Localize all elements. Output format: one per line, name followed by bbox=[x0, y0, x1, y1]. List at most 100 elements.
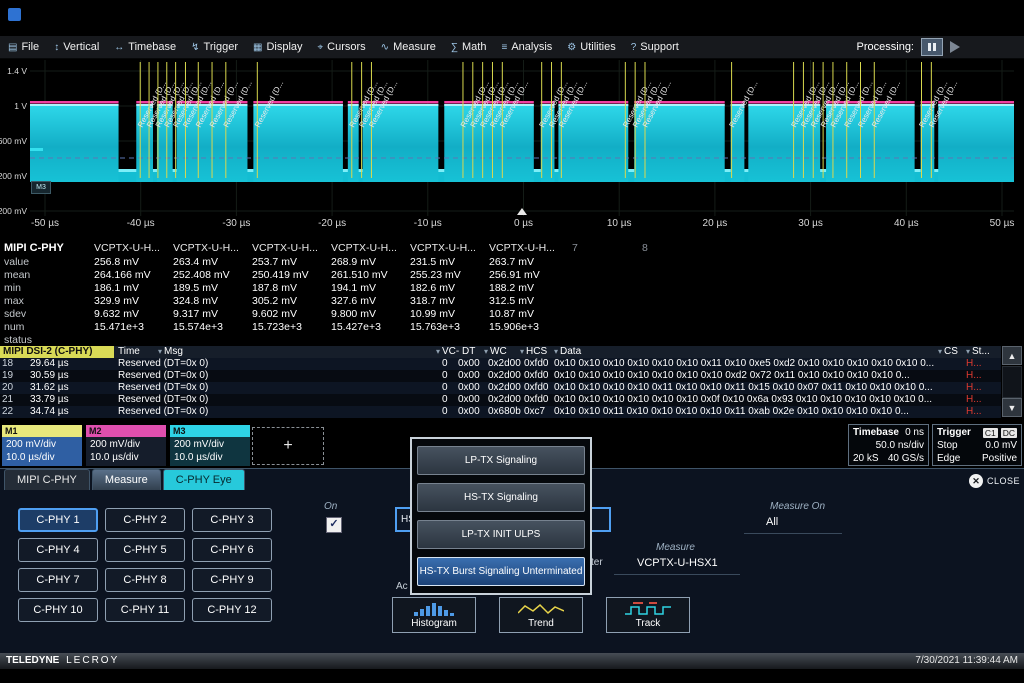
x-axis-label: 10 µs bbox=[607, 218, 632, 229]
histogram-button[interactable]: Histogram bbox=[392, 597, 476, 633]
sort-icon: ▾ bbox=[436, 347, 440, 356]
brand-teledyne: TELEDYNE bbox=[6, 655, 59, 666]
decode-cell-hcs: 0xfd0 bbox=[524, 394, 552, 406]
tab-mipi-c-phy[interactable]: MIPI C-PHY bbox=[4, 469, 90, 490]
menu-item-math[interactable]: ∑Math bbox=[451, 41, 487, 53]
cphy-button-7[interactable]: C-PHY 7 bbox=[18, 568, 98, 592]
menu-item-utilities[interactable]: ⚙Utilities bbox=[567, 41, 615, 53]
trigger-icon: ↯ bbox=[191, 42, 199, 53]
cphy-button-10[interactable]: C-PHY 10 bbox=[18, 598, 98, 622]
decode-column-header[interactable]: ▾VC- DT bbox=[436, 346, 482, 358]
menu-item-analysis[interactable]: ≡Analysis bbox=[501, 41, 552, 53]
cphy-button-5[interactable]: C-PHY 5 bbox=[105, 538, 185, 562]
timebase-icon: ↔ bbox=[114, 42, 124, 53]
channel-descriptor-m2[interactable]: M2200 mV/div10.0 µs/div bbox=[86, 425, 166, 465]
decode-cell-data: 0x10 0x10 0x10 0x10 0x11 0x10 0x10 0x11 … bbox=[554, 382, 936, 394]
measure-cell: 9.317 mV bbox=[173, 308, 218, 320]
decode-column-header[interactable]: ▾CS bbox=[938, 346, 966, 358]
tab-c-phy-eye[interactable]: C-PHY Eye bbox=[163, 469, 245, 490]
menu-item-support[interactable]: ?Support bbox=[631, 41, 679, 53]
measure-cell: 188.2 mV bbox=[489, 282, 534, 294]
measure-cell: 182.6 mV bbox=[410, 282, 455, 294]
cphy-button-3[interactable]: C-PHY 3 bbox=[192, 508, 272, 532]
measure-on-value[interactable]: All bbox=[766, 516, 778, 528]
decode-column-header[interactable]: ▾HCS bbox=[520, 346, 552, 358]
menu-item-file[interactable]: ▤File bbox=[8, 41, 39, 53]
cphy-button-4[interactable]: C-PHY 4 bbox=[18, 538, 98, 562]
measure-cell: 15.723e+3 bbox=[252, 321, 302, 333]
cphy-button-9[interactable]: C-PHY 9 bbox=[192, 568, 272, 592]
on-checkbox[interactable]: ✓ bbox=[326, 517, 342, 533]
decode-column-header[interactable]: ▾WC bbox=[484, 346, 518, 358]
play-button[interactable] bbox=[950, 41, 960, 53]
decode-cell-index: 22 bbox=[2, 406, 26, 418]
cphy-button-8[interactable]: C-PHY 8 bbox=[105, 568, 185, 592]
menu-item-label: Utilities bbox=[580, 41, 615, 53]
trend-icon bbox=[518, 602, 564, 616]
menu-item-display[interactable]: ▦Display bbox=[253, 41, 303, 53]
close-button[interactable]: ✕ CLOSE bbox=[969, 474, 1020, 488]
tab-measure[interactable]: Measure bbox=[92, 469, 161, 490]
trigger-level: 0.0 mV bbox=[985, 439, 1017, 452]
scroll-down-button[interactable]: ▼ bbox=[1002, 398, 1022, 417]
decode-cell-time: 34.74 µs bbox=[30, 406, 114, 418]
table-row[interactable]: 2031.62 µsReserved (DT=0x 0)00x000x2d000… bbox=[0, 382, 1001, 394]
decode-cell-vc: 0 bbox=[442, 394, 454, 406]
menu-item-timebase[interactable]: ↔Timebase bbox=[114, 41, 176, 53]
table-row[interactable]: 1930.59 µsReserved (DT=0x 0)00x000x2d000… bbox=[0, 370, 1001, 382]
channel-vdiv: 200 mV/div bbox=[174, 438, 250, 451]
pause-button[interactable] bbox=[921, 38, 943, 56]
measure-cell: 263.7 mV bbox=[489, 256, 534, 268]
measure-cell: 10.87 mV bbox=[489, 308, 534, 320]
track-label: Track bbox=[636, 618, 661, 629]
cphy-button-2[interactable]: C-PHY 2 bbox=[105, 508, 185, 532]
trend-label: Trend bbox=[528, 618, 554, 629]
menu-item-vertical[interactable]: ↕Vertical bbox=[54, 41, 99, 53]
measure-row-label: status bbox=[4, 334, 32, 346]
dropdown-option[interactable]: LP-TX Signaling bbox=[417, 446, 585, 475]
track-button[interactable]: Track bbox=[606, 597, 690, 633]
timebase-panel[interactable]: Timebase 0 ns 50.0 ns/div 20 kS 40 GS/s bbox=[848, 424, 929, 466]
menu-item-measure[interactable]: ∿Measure bbox=[381, 41, 436, 53]
measure-column-header: VCPTX-U-H... bbox=[252, 242, 318, 254]
cphy-button-11[interactable]: C-PHY 11 bbox=[105, 598, 185, 622]
measure-value[interactable]: VCPTX-U-HSX1 bbox=[637, 557, 718, 569]
cphy-button-12[interactable]: C-PHY 12 bbox=[192, 598, 272, 622]
decode-cell-status: H... bbox=[966, 358, 1000, 370]
cphy-button-1[interactable]: C-PHY 1 bbox=[18, 508, 98, 532]
scroll-up-button[interactable]: ▲ bbox=[1002, 346, 1022, 365]
decode-cell-hcs: 0xfd0 bbox=[524, 370, 552, 382]
decode-column-header[interactable]: ▾Msg bbox=[158, 346, 436, 358]
m3-marker-badge[interactable]: M3 bbox=[31, 181, 51, 194]
cphy-button-6[interactable]: C-PHY 6 bbox=[192, 538, 272, 562]
trigger-mode: Stop bbox=[937, 439, 958, 452]
decode-cell-msg: Reserved (DT=0x 0) bbox=[118, 358, 434, 370]
scrollbar-track[interactable] bbox=[1002, 366, 1022, 398]
decode-cell-time: 29.64 µs bbox=[30, 358, 114, 370]
pause-icon bbox=[928, 43, 931, 51]
trend-button[interactable]: Trend bbox=[499, 597, 583, 633]
waveform-plot[interactable]: Reserved (D...Reserved (D...Reserved (D.… bbox=[30, 60, 1014, 216]
decode-cell-time: 31.62 µs bbox=[30, 382, 114, 394]
trigger-panel[interactable]: Trigger C1 DC Stop 0.0 mV Edge Positive bbox=[932, 424, 1022, 466]
dropdown-option[interactable]: HS-TX Signaling bbox=[417, 483, 585, 512]
menu-item-trigger[interactable]: ↯Trigger bbox=[191, 41, 238, 53]
table-row[interactable]: 1829.64 µsReserved (DT=0x 0)00x000x2d000… bbox=[0, 358, 1001, 370]
decode-column-header[interactable]: Time bbox=[118, 346, 158, 358]
table-row[interactable]: 2133.79 µsReserved (DT=0x 0)00x000x2d000… bbox=[0, 394, 1001, 406]
decode-cell-dt: 0x00 bbox=[458, 358, 484, 370]
dropdown-option[interactable]: LP-TX INIT ULPS bbox=[417, 520, 585, 549]
decode-column-header[interactable]: ▾Data bbox=[554, 346, 936, 358]
decode-column-header[interactable]: ▾St... bbox=[966, 346, 1000, 358]
channel-descriptor-m3[interactable]: M3200 mV/div10.0 µs/div bbox=[170, 425, 250, 465]
table-row[interactable]: 2234.74 µsReserved (DT=0x 0)00x000x680b0… bbox=[0, 406, 1001, 418]
histogram-icon bbox=[411, 602, 457, 616]
dropdown-option[interactable]: HS-TX Burst Signaling Unterminated bbox=[417, 557, 585, 586]
menu-item-cursors[interactable]: ⌖Cursors bbox=[318, 41, 366, 53]
decode-column-label: Msg bbox=[164, 346, 183, 357]
app-icon[interactable] bbox=[8, 8, 21, 21]
decode-cell-msg: Reserved (DT=0x 0) bbox=[118, 382, 434, 394]
channel-descriptor-m1[interactable]: M1200 mV/div10.0 µs/div bbox=[2, 425, 82, 465]
add-channel-button[interactable]: + bbox=[252, 427, 324, 465]
measure-column-number: 7 bbox=[572, 242, 578, 254]
